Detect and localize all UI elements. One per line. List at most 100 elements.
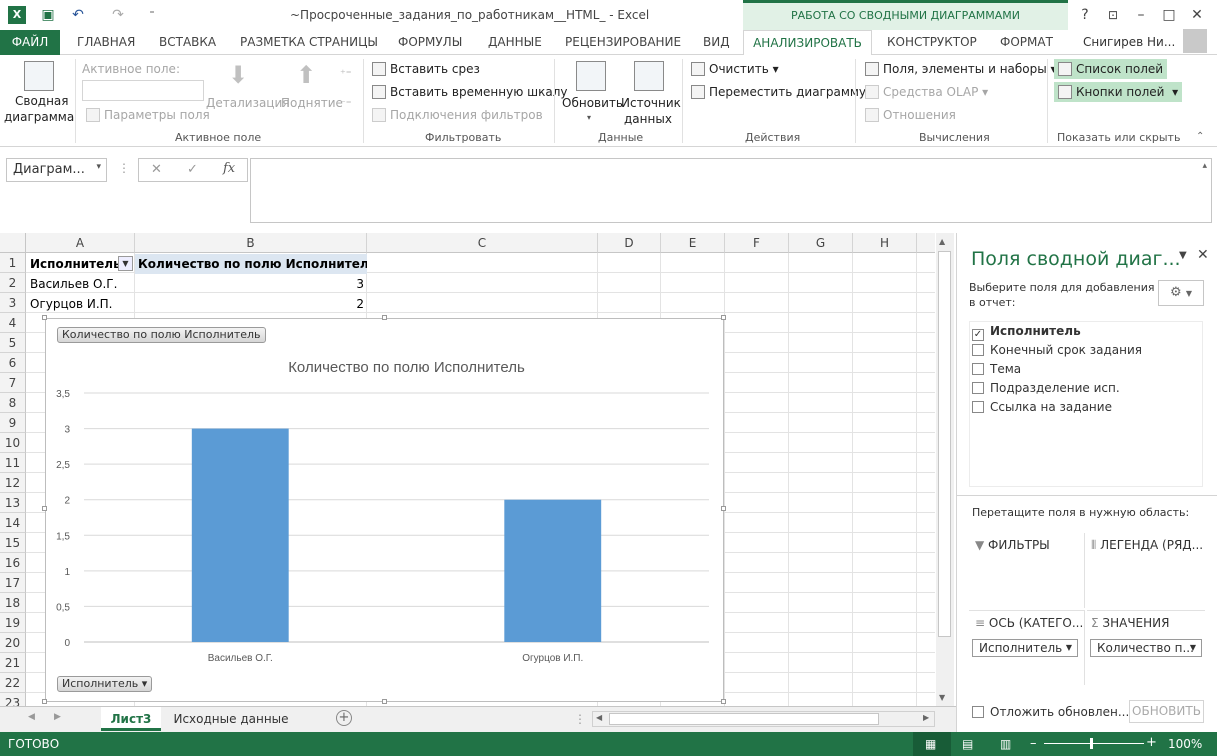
formula-input[interactable]: ▴ bbox=[250, 158, 1212, 223]
defer-update-checkbox[interactable]: Отложить обновлен... bbox=[972, 705, 1129, 719]
field-item[interactable]: Подразделение исп. bbox=[972, 381, 1120, 395]
drill-up-button[interactable]: Поднятие bbox=[281, 96, 343, 110]
insert-timeline-button[interactable]: Вставить временную шкалу bbox=[372, 85, 568, 99]
checkbox-icon[interactable] bbox=[972, 401, 984, 413]
column-header-d[interactable]: D bbox=[598, 233, 661, 253]
vertical-scroll-thumb[interactable] bbox=[938, 251, 951, 637]
tab-insert[interactable]: ВСТАВКА bbox=[159, 30, 216, 55]
clear-button[interactable]: Очистить ▾ bbox=[691, 62, 779, 76]
refresh-dropdown-icon[interactable]: ▾ bbox=[587, 113, 591, 122]
cell-b2[interactable]: 3 bbox=[135, 274, 364, 294]
column-header-g[interactable]: G bbox=[789, 233, 853, 253]
row-header[interactable]: 22 bbox=[0, 673, 26, 693]
checkbox-checked-icon[interactable]: ✓ bbox=[972, 329, 984, 341]
column-header-f[interactable]: F bbox=[725, 233, 789, 253]
expand-field-icon[interactable]: ⁺⁼ bbox=[340, 67, 352, 80]
data-source-icon[interactable] bbox=[634, 61, 664, 91]
page-break-view-icon[interactable]: ▥ bbox=[1000, 737, 1011, 751]
enter-icon[interactable]: ✓ bbox=[187, 162, 198, 177]
expand-formula-icon[interactable]: ▴ bbox=[1202, 161, 1207, 171]
customize-qat-icon[interactable]: ⁼ bbox=[142, 5, 162, 25]
pivot-chart-label-1[interactable]: Сводная bbox=[15, 94, 69, 108]
row-header[interactable]: 6 bbox=[0, 353, 26, 373]
name-box-dropdown-icon[interactable]: ▾ bbox=[96, 162, 101, 172]
field-params-button[interactable]: Параметры поля bbox=[86, 108, 210, 122]
cell-b1[interactable]: Количество по полю Исполнитель bbox=[135, 254, 367, 274]
scroll-up-icon[interactable]: ▲ bbox=[939, 237, 945, 246]
pane-close-icon[interactable]: ✕ bbox=[1197, 247, 1209, 263]
save-icon[interactable]: ▣ bbox=[38, 5, 58, 25]
drill-down-button[interactable]: Детализация bbox=[206, 96, 290, 110]
row-header[interactable]: 21 bbox=[0, 653, 26, 673]
worksheet-grid[interactable]: A B C D E F G H 1 2 3 4 5 6 7 8 9 10 11 12 13 14 15 16 1… bbox=[0, 233, 935, 706]
field-item[interactable]: Конечный срок задания bbox=[972, 343, 1142, 357]
legend-area[interactable]: ⦀ ЛЕГЕНДА (РЯД... bbox=[1087, 533, 1205, 608]
axis-field-dropdown[interactable]: Исполнитель ▼ bbox=[972, 639, 1078, 657]
resize-handle[interactable] bbox=[721, 315, 726, 320]
filters-area[interactable]: ▼ ФИЛЬТРЫ bbox=[969, 533, 1085, 608]
resize-handle[interactable] bbox=[721, 699, 726, 704]
ribbon-display-icon[interactable]: ⊡ bbox=[1102, 4, 1124, 26]
add-sheet-icon[interactable]: + bbox=[336, 710, 352, 726]
scroll-right-icon[interactable]: ▶ bbox=[923, 713, 929, 722]
help-icon[interactable]: ? bbox=[1074, 4, 1096, 26]
pane-options-icon[interactable]: ▼ bbox=[1179, 250, 1187, 261]
insert-slicer-button[interactable]: Вставить срез bbox=[372, 62, 480, 76]
checkbox-icon[interactable] bbox=[972, 382, 984, 394]
row-header[interactable]: 7 bbox=[0, 373, 26, 393]
resize-handle[interactable] bbox=[42, 506, 47, 511]
row-header[interactable]: 18 bbox=[0, 593, 26, 613]
resize-handle[interactable] bbox=[721, 506, 726, 511]
row-header[interactable]: 5 bbox=[0, 333, 26, 353]
horizontal-scroll-thumb[interactable] bbox=[609, 713, 879, 725]
row-header[interactable]: 15 bbox=[0, 533, 26, 553]
row-header[interactable]: 14 bbox=[0, 513, 26, 533]
sheet-tab-source[interactable]: Исходные данные bbox=[163, 707, 299, 731]
checkbox-icon[interactable] bbox=[972, 706, 984, 718]
prev-sheet-icon[interactable]: ◀ bbox=[28, 712, 35, 722]
user-name[interactable]: Снигирев Ни... bbox=[1083, 35, 1175, 49]
name-box[interactable]: Диаграм... ▾ bbox=[6, 158, 107, 182]
zoom-level[interactable]: 100% bbox=[1168, 737, 1202, 751]
row-header[interactable]: 11 bbox=[0, 453, 26, 473]
tab-design[interactable]: КОНСТРУКТОР bbox=[887, 30, 977, 55]
axis-field-button[interactable]: Исполнитель ▾ bbox=[57, 676, 153, 692]
axis-area[interactable]: ≡ ОСЬ (КАТЕГО... Исполнитель ▼ bbox=[969, 610, 1085, 685]
redo-icon[interactable]: ↷ bbox=[108, 5, 128, 25]
tab-data[interactable]: ДАННЫЕ bbox=[488, 30, 542, 55]
row-header[interactable]: 8 bbox=[0, 393, 26, 413]
resize-handle[interactable] bbox=[382, 315, 387, 320]
filter-dropdown-icon[interactable]: ▼ bbox=[118, 256, 133, 271]
refresh-button[interactable]: Обновить bbox=[562, 96, 623, 110]
field-item[interactable]: Ссылка на задание bbox=[972, 400, 1112, 414]
checkbox-icon[interactable] bbox=[972, 344, 984, 356]
filter-connections-button[interactable]: Подключения фильтров bbox=[372, 108, 543, 122]
row-header[interactable]: 17 bbox=[0, 573, 26, 593]
tab-file[interactable]: ФАЙЛ bbox=[0, 30, 60, 55]
resize-handle[interactable] bbox=[42, 315, 47, 320]
tab-analyze[interactable]: АНАЛИЗИРОВАТЬ bbox=[743, 30, 872, 56]
checkbox-icon[interactable] bbox=[972, 363, 984, 375]
field-item[interactable]: ✓ Исполнитель bbox=[972, 324, 1081, 341]
pivot-chart-button[interactable]: диаграмма bbox=[4, 110, 74, 124]
row-header[interactable]: 10 bbox=[0, 433, 26, 453]
scroll-down-icon[interactable]: ▼ bbox=[939, 693, 945, 702]
cancel-icon[interactable]: ✕ bbox=[151, 162, 162, 177]
undo-icon[interactable]: ↶ bbox=[68, 5, 88, 25]
refresh-icon[interactable] bbox=[576, 61, 606, 91]
relationships-button[interactable]: Отношения bbox=[865, 108, 956, 122]
row-header[interactable]: 23 bbox=[0, 693, 26, 706]
maximize-icon[interactable]: □ bbox=[1158, 4, 1180, 26]
vertical-scrollbar[interactable]: ▲ ▼ bbox=[936, 233, 954, 706]
data-source-label-2[interactable]: данных bbox=[624, 112, 672, 126]
column-header-b[interactable]: B bbox=[135, 233, 367, 253]
pivot-chart[interactable]: Количество по полю Исполнитель Количеств… bbox=[45, 318, 724, 702]
tab-format[interactable]: ФОРМАТ bbox=[1000, 30, 1053, 55]
zoom-in-icon[interactable]: + bbox=[1146, 735, 1157, 750]
sheet-tab-active[interactable]: Лист3 bbox=[101, 707, 161, 731]
fields-items-sets-button[interactable]: Поля, элементы и наборы ▾ bbox=[865, 62, 1057, 76]
close-icon[interactable]: ✕ bbox=[1186, 4, 1208, 26]
tab-split-grip-icon[interactable]: ⋮ bbox=[574, 712, 586, 726]
scroll-left-icon[interactable]: ◀ bbox=[596, 713, 602, 722]
resize-handle[interactable] bbox=[42, 699, 47, 704]
